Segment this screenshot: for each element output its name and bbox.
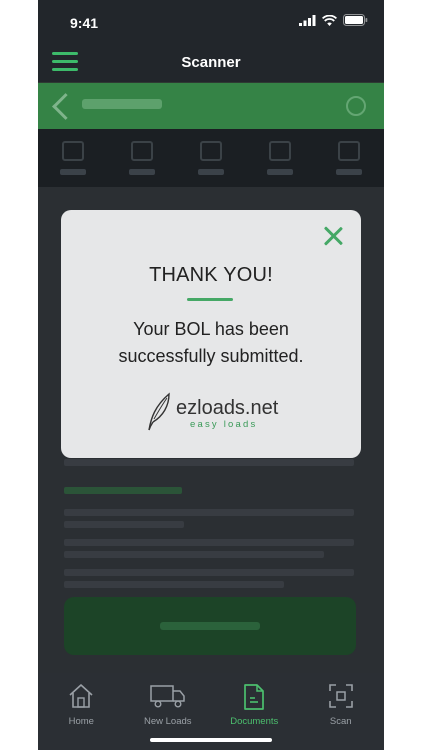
tab-label: Scan: [329, 716, 352, 727]
modal-title: THANK YOU!: [149, 264, 273, 286]
home-indicator: [150, 738, 272, 742]
tab-home[interactable]: Home: [38, 673, 125, 750]
modal-message: Your BOL has been successfully submitted…: [81, 316, 341, 370]
brand-name: ezloads.net: [176, 397, 279, 419]
tab-label: Documents: [230, 716, 279, 727]
status-bar: 9:41: [38, 0, 384, 44]
phone-screen: 9:41 Scanner THANK YOU! Your BOL has bee…: [38, 0, 384, 750]
app-header: Scanner: [38, 44, 384, 83]
scan-icon: [328, 684, 353, 708]
wifi-icon: [322, 14, 337, 26]
home-icon: [69, 684, 93, 708]
tab-scan[interactable]: Scan: [298, 673, 385, 750]
close-icon[interactable]: [321, 224, 345, 248]
page-title: Scanner: [181, 54, 241, 71]
modal-message-line-1: Your BOL has been: [133, 319, 289, 339]
feather-icon: [148, 392, 170, 431]
brand-logo: ezloads.net easy loads: [145, 392, 285, 434]
brand-tagline: easy loads: [190, 419, 258, 430]
modal-divider: [187, 298, 233, 301]
battery-icon: [343, 14, 368, 26]
status-icons: [299, 14, 368, 26]
modal-message-line-2: successfully submitted.: [118, 346, 304, 366]
status-time: 9:41: [70, 15, 99, 31]
tab-label: Home: [68, 716, 94, 727]
signal-icon: [299, 14, 316, 26]
document-icon: [244, 684, 265, 710]
thank-you-modal: THANK YOU! Your BOL has been successfull…: [61, 210, 361, 458]
truck-icon: [150, 685, 185, 708]
tab-label: New Loads: [143, 716, 192, 727]
